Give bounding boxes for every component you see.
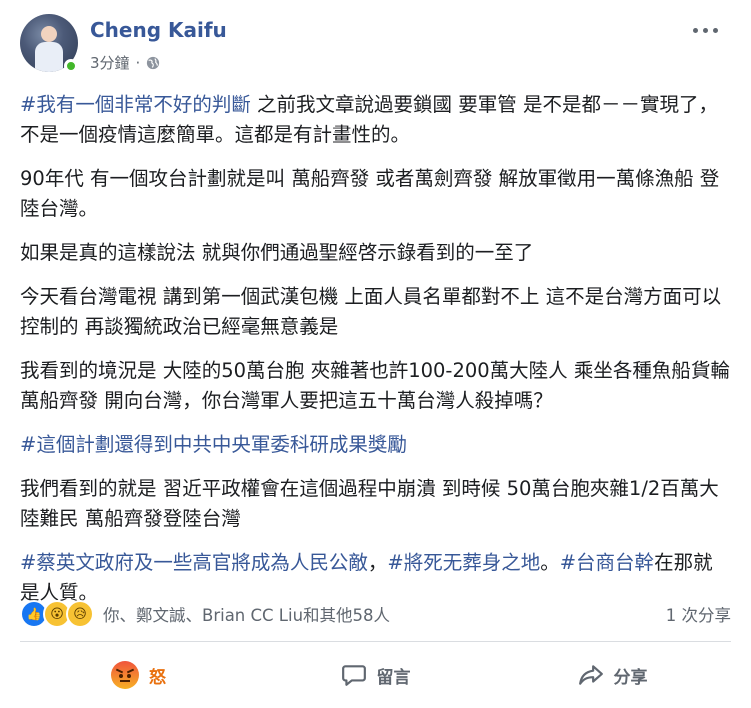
post-paragraph: 我們看到的就是 習近平政權會在這個過程中崩潰 到時候 50萬台胞夾雜1/2百萬大… [20,474,732,534]
globe-icon[interactable] [146,56,160,70]
hashtag-link[interactable]: #我有一個非常不好的判斷 [20,93,251,116]
reactions-bar: 👍 😮 😥 你、鄭文誠、Brian CC Liu和其他58人 1 次分享 [20,600,731,628]
more-dot [693,28,698,33]
angry-label: 怒 [149,667,166,688]
comment-label: 留言 [376,667,411,688]
post-paragraph: 我看到的境況是 大陸的50萬台胞 夾雜著也許100-200萬大陸人 乘坐各種魚船… [20,356,732,416]
more-dot [713,28,718,33]
more-dot [703,28,708,33]
share-button[interactable]: 分享 [494,650,731,700]
paragraph-text: 我們看到的就是 習近平政權會在這個過程中崩潰 到時候 50萬台胞夾雜1/2百萬大… [20,477,719,530]
avatar-figure-body [35,42,63,72]
paragraph-text: ， [367,551,388,574]
post-paragraph: 90年代 有一個攻台計劃就是叫 萬船齊發 或者萬劍齊發 解放軍徵用一萬條漁船 登… [20,164,732,224]
share-icon [578,665,603,685]
post-paragraph: #這個計劃還得到中共中央軍委科研成果獎勵 [20,430,732,460]
comment-button[interactable]: 留言 [257,650,494,700]
paragraph-text: 。 [540,551,560,574]
paragraph-text: 90年代 有一個攻台計劃就是叫 萬船齊發 或者萬劍齊發 解放軍徵用一萬條漁船 登… [20,167,720,220]
angry-reaction-button[interactable]: 怒 [20,650,257,700]
post-paragraph: 今天看台灣電視 講到第一個武漢包機 上面人員名單都對不上 這不是台灣方面可以控制… [20,282,732,342]
hashtag-link[interactable]: #蔡英文政府及一些高官將成為人民公敵 [20,551,368,574]
reaction-summary[interactable]: 你、鄭文誠、Brian CC Liu和其他58人 [103,602,390,626]
comment-icon [341,665,366,686]
author-name[interactable]: Cheng Kaifu [90,18,227,42]
paragraph-text: 我看到的境況是 大陸的50萬台胞 夾雜著也許100-200萬大陸人 乘坐各種魚船… [20,359,730,412]
paragraph-text: 如果是真的這樣說法 就與你們通過聖經啓示錄看到的一至了 [20,241,534,264]
share-count[interactable]: 1 次分享 [666,602,731,626]
post-meta: 3分鐘 · [90,52,160,73]
reaction-icons[interactable]: 👍 😮 😥 [20,600,94,628]
post-paragraph: #我有一個非常不好的判斷 之前我文章說過要鎖國 要軍管 是不是都－－實現了，不是… [20,90,732,150]
post-header: Cheng Kaifu 3分鐘 · [20,12,739,76]
hashtag-link[interactable]: #將死无葬身之地 [387,551,540,574]
hashtag-link[interactable]: #這個計劃還得到中共中央軍委科研成果獎勵 [20,433,407,456]
share-label: 分享 [613,667,648,688]
hashtag-link[interactable]: #台商台幹 [560,551,654,574]
post-paragraph: #蔡英文政府及一些高官將成為人民公敵，#將死无葬身之地。#台商台幹在那就是人質。 [20,548,732,608]
post-timestamp[interactable]: 3分鐘 [90,52,130,73]
post-actions: 怒 留言 分享 [20,650,731,700]
online-status-icon [64,59,78,73]
facebook-post: Cheng Kaifu 3分鐘 · #我有一個非常不好的判斷 之前我文章說過要鎖… [0,0,751,708]
angry-icon [111,661,139,689]
post-content: #我有一個非常不好的判斷 之前我文章說過要鎖國 要軍管 是不是都－－實現了，不是… [20,90,732,622]
post-paragraph: 如果是真的這樣說法 就與你們通過聖經啓示錄看到的一至了 [20,238,732,268]
divider [20,641,731,642]
paragraph-text: 今天看台灣電視 講到第一個武漢包機 上面人員名單都對不上 這不是台灣方面可以控制… [20,285,722,338]
meta-separator: · [135,53,141,72]
more-options-icon[interactable] [691,18,723,42]
avatar-figure-head [41,26,57,42]
sad-icon[interactable]: 😥 [66,600,94,628]
